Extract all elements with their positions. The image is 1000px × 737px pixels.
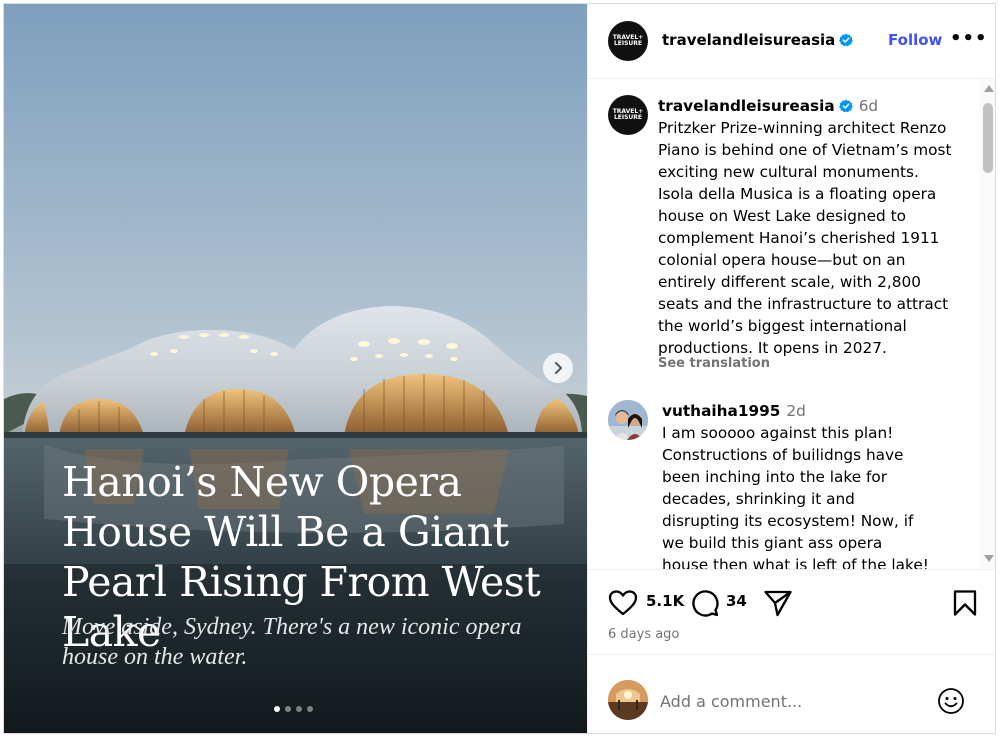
more-options-button[interactable]: ••• [950,28,988,49]
caption-author-avatar[interactable]: TRAVEL+ LEISURE [608,95,648,135]
post-media[interactable]: Hanoi’s New Opera House Will Be a Giant … [4,4,587,733]
carousel-dot-1 [274,706,280,712]
scroll-down-arrow-icon[interactable] [984,555,994,562]
comment-count[interactable]: 34 [726,592,747,610]
current-user-photo [608,680,648,720]
comment-item: vuthaiha1995 2d I am sooooo against this … [662,400,932,569]
scroll-up-arrow-icon[interactable] [984,85,994,92]
carousel-next-button[interactable] [543,353,573,383]
comments-scrollbar[interactable] [980,79,995,569]
carousel-dot-3 [296,706,302,712]
post-age[interactable]: 6 days ago [608,627,679,642]
comment-icon[interactable] [690,588,720,618]
avatar-logo-text: LEISURE [613,40,643,47]
comment-input[interactable] [658,687,922,715]
emoji-icon[interactable] [937,687,965,715]
caption-text: Pritzker Prize-winning architect Renzo P… [658,119,952,357]
carousel-dot-4 [307,706,313,712]
comment-timestamp[interactable]: 2d [786,402,805,420]
post-sidebar: TRAVEL+ LEISURE travelandleisureasia Fol… [587,4,995,733]
current-user-avatar [608,680,648,720]
scrollbar-thumb[interactable] [983,103,993,173]
comment-text: I am sooooo against this plan! Construct… [662,424,929,569]
author-avatar[interactable]: TRAVEL+ LEISURE [608,21,648,61]
verified-badge-icon [838,99,853,113]
author-username-link[interactable]: travelandleisureasia [662,31,854,49]
follow-button[interactable]: Follow [888,31,942,49]
bookmark-icon[interactable] [952,589,978,617]
commenter-photo [608,400,648,440]
post-caption: travelandleisureasia 6d Pritzker Prize-wi… [658,95,958,359]
comments-list[interactable]: TRAVEL+ LEISURE travelandleisureasia 6d P… [588,79,980,569]
carousel-dot-2 [285,706,291,712]
verified-badge-icon [839,33,854,47]
author-username: travelandleisureasia [662,31,836,49]
add-comment-bar [588,654,995,733]
media-subhead: Move aside, Sydney. There's a new iconic… [62,614,522,670]
see-translation-link[interactable]: See translation [658,356,770,371]
avatar-logo-text: LEISURE [613,114,643,121]
caption-username[interactable]: travelandleisureasia [658,97,835,115]
caption-timestamp[interactable]: 6d [859,97,878,115]
carousel-indicator [274,706,313,712]
share-icon[interactable] [763,589,793,617]
chevron-right-icon [555,362,562,374]
commenter-avatar[interactable] [608,400,648,440]
post-actions-bar: 5.1K 34 6 days ago [588,569,995,655]
instagram-post-modal: Hanoi’s New Opera House Will Be a Giant … [3,3,996,734]
like-count[interactable]: 5.1K [646,592,684,610]
heart-icon[interactable] [608,589,638,617]
comment-username[interactable]: vuthaiha1995 [662,402,780,420]
post-header: TRAVEL+ LEISURE travelandleisureasia Fol… [588,4,995,79]
